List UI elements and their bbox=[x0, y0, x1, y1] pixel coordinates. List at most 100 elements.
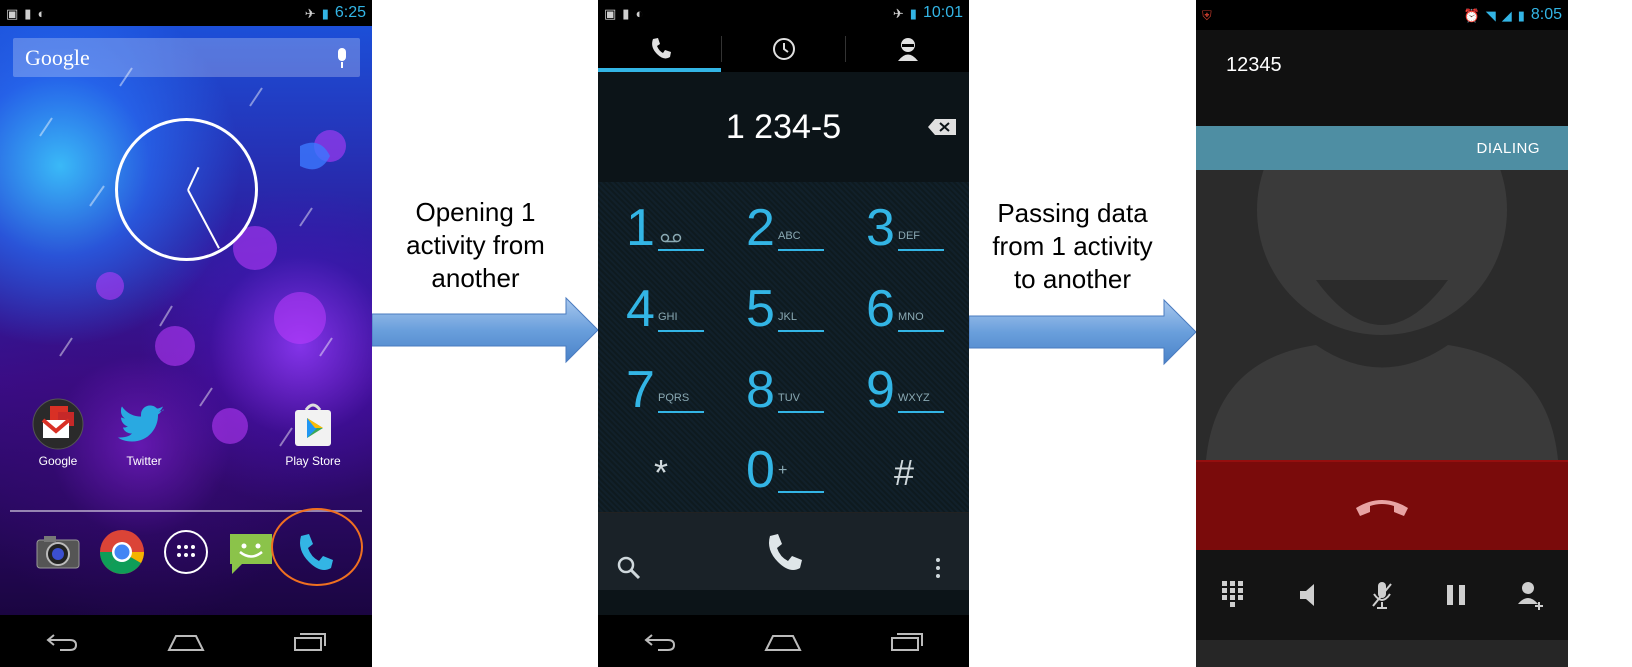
dialpad: 1 2 ABC 3 DEF 4 GHI 5 JKL 6 MNO 7 PQRS 8… bbox=[598, 182, 969, 512]
status-time: 6:25 bbox=[334, 4, 366, 21]
tab-contacts[interactable] bbox=[846, 26, 969, 72]
key-5[interactable]: 5 JKL bbox=[722, 273, 844, 353]
key-symbol: # bbox=[894, 452, 915, 493]
contact-photo-placeholder bbox=[1196, 170, 1568, 460]
download-notification-icon: ▮ bbox=[24, 5, 32, 21]
caller-info-area: 12345 bbox=[1196, 30, 1568, 126]
key-2[interactable]: 2 ABC bbox=[722, 192, 844, 272]
play-store-icon bbox=[287, 398, 339, 450]
key-underline bbox=[658, 249, 704, 251]
caption-passing-data: Passing data from 1 activity to another bbox=[975, 197, 1170, 296]
backspace-icon[interactable] bbox=[927, 118, 957, 141]
dialer-tabs bbox=[598, 26, 969, 72]
key-digit: 3 bbox=[866, 199, 895, 257]
alarm-icon: ⏰ bbox=[1463, 7, 1480, 23]
camera-icon[interactable] bbox=[34, 528, 82, 576]
key-9[interactable]: 9 WXYZ bbox=[842, 354, 964, 434]
microphone-icon[interactable] bbox=[336, 47, 348, 68]
battery-icon: ▮ bbox=[1517, 7, 1525, 23]
key-underline bbox=[658, 411, 704, 413]
back-icon[interactable] bbox=[42, 627, 82, 655]
status-time: 10:01 bbox=[922, 4, 963, 21]
end-call-button[interactable] bbox=[1196, 460, 1568, 550]
app-twitter[interactable]: Twitter bbox=[109, 398, 179, 468]
key-underline bbox=[778, 411, 824, 413]
key-digit: 5 bbox=[746, 280, 775, 338]
key-8[interactable]: 8 TUV bbox=[722, 354, 844, 434]
app-google[interactable]: Google bbox=[23, 398, 93, 468]
battery-icon: ▮ bbox=[321, 5, 329, 21]
flow-arrow-2 bbox=[969, 298, 1197, 366]
key-7[interactable]: 7 PQRS bbox=[602, 354, 724, 434]
dialer-phone: ▣ ▮ ◐ ✈ ▮ 10:01 1 234-5 1 2 ABC 3 DEF 4 … bbox=[598, 0, 969, 667]
app-label-google: Google bbox=[38, 454, 78, 468]
dialpad-icon[interactable] bbox=[1213, 575, 1253, 615]
key-underline bbox=[778, 491, 824, 493]
android-notification-icon: ◐ bbox=[635, 5, 644, 21]
navigation-bar bbox=[0, 615, 372, 667]
caption-line: to another bbox=[1013, 264, 1132, 294]
key-pound[interactable]: # bbox=[842, 434, 964, 514]
in-call-phone: ⛨ ⏰ ◥ ◢ ▮ 8:05 12345 DIALING bbox=[1196, 0, 1568, 667]
call-icon bbox=[769, 534, 802, 570]
shield-notification-icon: ⛨ bbox=[1202, 7, 1212, 23]
mute-icon[interactable] bbox=[1362, 575, 1402, 615]
call-state-label: DIALING bbox=[1476, 139, 1540, 157]
tab-dialpad[interactable] bbox=[598, 26, 721, 72]
dialed-number-display[interactable]: 1 234-5 bbox=[598, 72, 969, 182]
key-3[interactable]: 3 DEF bbox=[842, 192, 964, 272]
twitter-bird-icon bbox=[118, 398, 170, 450]
google-search-bar[interactable]: Google bbox=[13, 38, 360, 77]
key-letters: PQRS bbox=[658, 392, 690, 404]
airplane-mode-icon: ✈ bbox=[892, 5, 904, 21]
key-4[interactable]: 4 GHI bbox=[602, 273, 724, 353]
caption-line: Passing data bbox=[997, 198, 1148, 228]
signal-icon: ◢ bbox=[1501, 7, 1512, 23]
home-icon[interactable] bbox=[763, 627, 803, 655]
dialer-action-bar bbox=[598, 512, 969, 590]
add-call-icon[interactable] bbox=[1511, 575, 1551, 615]
download-notification-icon: ▮ bbox=[622, 5, 630, 21]
recents-icon[interactable] bbox=[887, 627, 927, 655]
clock-minute-hand bbox=[187, 189, 220, 249]
call-icon bbox=[651, 38, 671, 59]
flow-arrow-1 bbox=[372, 296, 599, 364]
key-letters: ABC bbox=[778, 230, 801, 242]
key-star[interactable]: * bbox=[602, 434, 724, 514]
caption-line: another bbox=[431, 263, 520, 293]
analog-clock-widget[interactable] bbox=[115, 118, 258, 261]
app-play-store[interactable]: Play Store bbox=[278, 398, 348, 468]
contacts-icon bbox=[897, 38, 918, 61]
call-button[interactable] bbox=[761, 531, 805, 580]
key-underline bbox=[658, 330, 704, 332]
voicemail-icon bbox=[660, 233, 682, 243]
battery-icon: ▮ bbox=[909, 5, 917, 21]
back-icon[interactable] bbox=[640, 627, 680, 655]
call-state-bar: DIALING bbox=[1196, 126, 1568, 170]
search-icon[interactable] bbox=[616, 555, 642, 586]
key-letters: GHI bbox=[658, 311, 678, 323]
airplane-mode-icon: ✈ bbox=[304, 5, 316, 21]
overflow-icon[interactable] bbox=[934, 557, 942, 584]
key-6[interactable]: 6 MNO bbox=[842, 273, 964, 353]
messaging-icon[interactable] bbox=[226, 528, 274, 576]
gmail-folder-icon bbox=[32, 398, 84, 450]
key-letters: WXYZ bbox=[898, 392, 930, 404]
tab-call-log[interactable] bbox=[722, 26, 845, 72]
status-bar: ▣ ▮ ◐ ✈ ▮ 6:25 bbox=[0, 0, 372, 26]
key-0[interactable]: 0 + bbox=[722, 434, 844, 514]
caption-line: from 1 activity bbox=[992, 231, 1153, 261]
status-time: 8:05 bbox=[1530, 6, 1562, 23]
app-drawer-icon[interactable] bbox=[162, 528, 210, 576]
key-underline bbox=[778, 330, 824, 332]
caption-line: Opening 1 bbox=[415, 197, 536, 227]
home-icon[interactable] bbox=[166, 627, 206, 655]
recents-icon[interactable] bbox=[290, 627, 330, 655]
key-underline bbox=[898, 330, 944, 332]
key-underline bbox=[898, 411, 944, 413]
hold-icon[interactable] bbox=[1436, 575, 1476, 615]
chrome-icon[interactable] bbox=[98, 528, 146, 576]
speaker-icon[interactable] bbox=[1288, 575, 1328, 615]
key-1[interactable]: 1 bbox=[602, 192, 724, 272]
android-notification-icon: ◐ bbox=[37, 5, 46, 21]
